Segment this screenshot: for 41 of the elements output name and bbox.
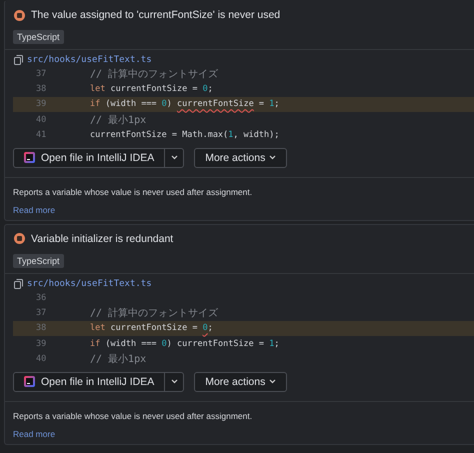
- code-text: // 最小1px: [90, 352, 146, 366]
- chevron-down-icon: [170, 155, 178, 160]
- read-more-link[interactable]: Read more: [13, 204, 56, 215]
- description-text: Reports a variable whose value is never used after assignment.: [12, 410, 254, 423]
- description-text: Reports a variable whose value is never used after assignment.: [12, 186, 254, 199]
- code-text: // 最小1px: [90, 114, 146, 127]
- language-tag: TypeScript: [13, 254, 64, 268]
- line-number: 40: [35, 114, 48, 125]
- line-number: 37: [35, 68, 48, 79]
- chevron-down-icon: [269, 155, 276, 160]
- more-actions-button[interactable]: More actions: [194, 148, 288, 168]
- read-more-link[interactable]: Read more: [13, 428, 56, 439]
- ide-logo-icon: [24, 152, 35, 164]
- file-path-link[interactable]: src/hooks/useFitText.ts: [27, 55, 152, 65]
- language-tag: TypeScript: [13, 30, 64, 44]
- more-actions-button[interactable]: More actions: [194, 372, 288, 392]
- code-text: let currentFontSize = 0;: [90, 84, 213, 94]
- problem-title: Variable initializer is redundant: [31, 232, 174, 245]
- chevron-down-icon: [269, 379, 276, 384]
- error-icon: [14, 233, 25, 244]
- code-text: // 計算中のフォントサイズ: [90, 306, 218, 320]
- problem-title: The value assigned to 'currentFontSize' is never used: [31, 9, 280, 21]
- copy-icon[interactable]: [14, 55, 23, 65]
- code-text: let currentFontSize = 0;: [90, 323, 213, 334]
- ide-logo-icon: [24, 376, 35, 388]
- code-text: // 計算中のフォントサイズ: [90, 68, 218, 81]
- line-number: 37: [35, 308, 48, 318]
- line-number: 39: [35, 338, 48, 349]
- chevron-down-icon: [170, 379, 178, 384]
- copy-icon[interactable]: [14, 278, 23, 289]
- error-icon: [14, 10, 25, 20]
- code-text: currentFontSize = Math.max(1, width);: [90, 130, 280, 140]
- line-number: 39: [35, 99, 48, 110]
- code-text: if (width === 0) currentFontSize = 1;: [90, 338, 280, 349]
- file-path-link[interactable]: src/hooks/useFitText.ts: [27, 278, 152, 289]
- line-number: 38: [35, 84, 48, 94]
- line-number: 40: [35, 354, 48, 364]
- line-number: 36: [35, 292, 48, 303]
- line-number: 41: [35, 130, 48, 140]
- code-text: if (width === 0) currentFontSize = 1;: [90, 99, 280, 110]
- line-number: 38: [35, 323, 48, 334]
